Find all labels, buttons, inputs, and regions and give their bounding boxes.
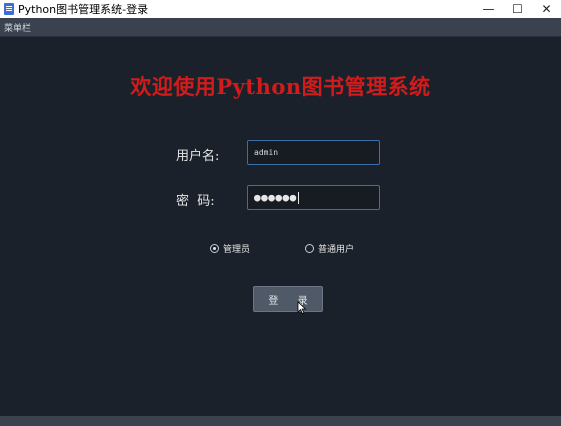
close-button[interactable]: ✕ xyxy=(532,0,561,18)
window-title: Python图书管理系统-登录 xyxy=(18,3,149,16)
text-caret xyxy=(297,191,299,204)
window-titlebar: Python图书管理系统-登录 — ☐ ✕ xyxy=(0,0,561,18)
app-icon xyxy=(4,3,14,15)
menu-item[interactable]: 菜单栏 xyxy=(4,21,31,34)
username-label: 用户名: xyxy=(176,149,220,164)
role-label-user: 普通用户 xyxy=(318,245,355,255)
password-value: ●●●●●● xyxy=(254,191,297,204)
maximize-button[interactable]: ☐ xyxy=(503,0,532,18)
password-input[interactable]: ●●●●●● xyxy=(247,185,380,210)
radio-checked-icon xyxy=(210,244,219,253)
role-radio-user[interactable]: 普通用户 xyxy=(305,242,354,255)
mouse-pointer-icon xyxy=(297,301,307,315)
radio-unchecked-icon xyxy=(305,244,314,253)
login-panel: 欢迎使用Python图书管理系统 用户名: admin 密 码: ●●●●●● … xyxy=(0,37,561,416)
status-bar xyxy=(0,416,561,426)
login-button[interactable]: 登 录 xyxy=(253,286,323,312)
minimize-button[interactable]: — xyxy=(474,0,503,18)
username-value: admin xyxy=(254,148,279,157)
role-label-admin: 管理员 xyxy=(223,245,251,255)
username-input[interactable]: admin xyxy=(247,140,380,165)
window-controls: — ☐ ✕ xyxy=(474,0,561,18)
role-radio-admin[interactable]: 管理员 xyxy=(210,242,250,255)
menu-bar: 菜单栏 xyxy=(0,18,561,37)
page-title: 欢迎使用Python图书管理系统 xyxy=(130,74,431,99)
password-label: 密 码: xyxy=(176,194,215,209)
